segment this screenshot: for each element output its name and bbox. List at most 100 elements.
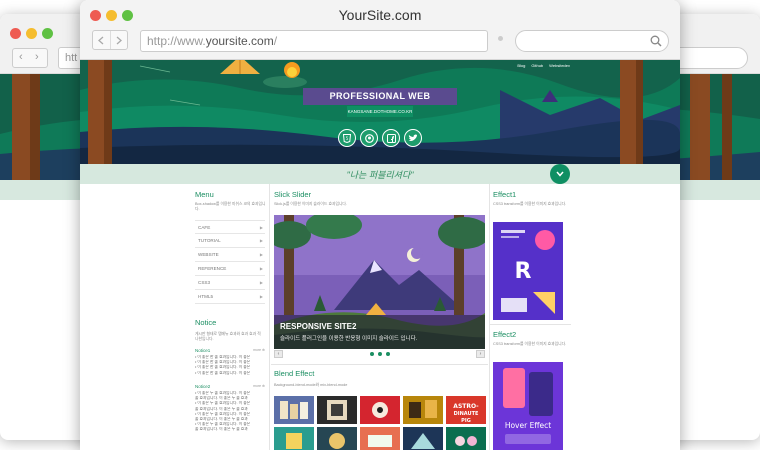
menu-item-label: TUTORIAL: [198, 238, 221, 243]
blend-thumb[interactable]: [360, 427, 400, 450]
notice-group-1: Notice1 more ⊕ • 이 좋은 한 줄 효과입니다. 이 좋은 • 이…: [195, 348, 265, 376]
menu-item-label: HTML5: [198, 294, 214, 299]
maximize-dot-icon[interactable]: [42, 28, 53, 39]
svg-text:PIG: PIG: [461, 418, 471, 424]
minimize-dot-icon[interactable]: [26, 28, 37, 39]
notice-tab-label: Notice2: [195, 384, 211, 389]
menu-title: Menu: [195, 190, 214, 199]
svg-text:ASTRO-: ASTRO-: [453, 403, 479, 410]
url-suffix: /: [273, 34, 278, 48]
background-search-box[interactable]: [668, 47, 748, 69]
twitter-icon[interactable]: [404, 129, 422, 147]
browser-window: YourSite.com http://www.yoursite.com/ Bl…: [80, 0, 680, 450]
effect1-desc: CSS3 transform를 이용한 이미지 효과입니다.: [493, 202, 567, 206]
back-button[interactable]: [93, 31, 110, 49]
slider-title: Slick Slider: [274, 190, 312, 199]
effect1-card[interactable]: R: [493, 222, 563, 320]
slider-dot-3[interactable]: [386, 352, 390, 356]
arrow-right-icon: ▶: [259, 252, 263, 257]
blend-thumb[interactable]: [403, 396, 443, 424]
html5-icon[interactable]: 5: [338, 129, 356, 147]
blend-thumb[interactable]: [317, 396, 357, 424]
menu-column: Menu Box-shadow를 이용한 미쉬스 코의 효과입니다. CAFE ▶…: [190, 184, 270, 450]
effect2-card-text: Hover Effect: [505, 421, 551, 430]
slide-caption-desc: 슬라이드 플러그인을 이용한 반응형 이미지 슬라이드 입니다.: [280, 336, 418, 342]
menu-item-label: REFERENCE: [198, 266, 227, 271]
blend-thumb[interactable]: ASTRO- DINAUTE PIG: [446, 396, 486, 424]
window-title: YourSite.com: [338, 7, 422, 23]
menu-item-label: CAFE: [198, 225, 211, 230]
more-link[interactable]: more ⊕: [253, 384, 265, 388]
slogan-strip: "나는 퍼블리셔다": [80, 164, 680, 184]
search-icon: [650, 35, 662, 47]
hero-nav-blog[interactable]: Blog: [517, 63, 525, 68]
svg-text:5: 5: [346, 136, 349, 141]
scroll-down-button[interactable]: [550, 164, 570, 184]
more-link[interactable]: more ⊕: [253, 348, 265, 352]
menu-item-html5[interactable]: HTML5 ▶: [195, 290, 265, 304]
hero-nav-github[interactable]: Github: [531, 63, 543, 68]
menu-item-css3[interactable]: CSS3 ▶: [195, 276, 265, 290]
blend-thumb[interactable]: [274, 396, 314, 424]
blend-thumb[interactable]: [274, 427, 314, 450]
background-nav-buttons[interactable]: ‹ ›: [12, 48, 48, 68]
arrow-right-icon: ▶: [259, 238, 263, 243]
blend-thumb[interactable]: [403, 427, 443, 450]
hero-nav-websitedev[interactable]: Websitedev: [549, 63, 570, 68]
blend-thumb[interactable]: [317, 427, 357, 450]
arrow-right-icon: ▶: [259, 280, 263, 285]
image-slider[interactable]: RESPONSIVE SITE2 슬라이드 플러그인을 이용한 반응형 이미지 …: [274, 215, 485, 349]
menu-header: Menu Box-shadow를 이용한 미쉬스 코의 효과입니다.: [195, 190, 267, 212]
hero-banner: Blog Github Websitedev PROFESSIONAL WEB …: [80, 60, 680, 164]
slider-dot-1[interactable]: [370, 352, 374, 356]
url-bar[interactable]: http://www.yoursite.com/: [140, 30, 488, 52]
notice-group-2: Notice2 more ⊕ • 이 좋은 두 줄 효과입니다. 이 좋은 줄 효…: [195, 384, 265, 433]
notice-title: Notice: [195, 318, 217, 327]
effect1-card-text: R: [515, 259, 532, 284]
facebook-icon[interactable]: [382, 129, 400, 147]
slider-column: Slick Slider Slick.js를 이용한 이미지 슬라이드 효과입니…: [271, 184, 488, 450]
blend-thumb[interactable]: [446, 427, 486, 450]
notice-line: 줄 효과입니다. 이 좋은 두 줄 효과: [195, 427, 248, 432]
effect2-title: Effect2: [493, 330, 517, 339]
social-icons: 5: [338, 129, 422, 147]
search-input[interactable]: [515, 30, 669, 52]
blend-desc: Background-blend-mode와 mix-blend-mode: [274, 383, 348, 387]
menu-item-reference[interactable]: REFERENCE ▶: [195, 262, 265, 276]
arrow-right-icon: ▶: [259, 294, 263, 299]
slogan-text: "나는 퍼블리셔다": [346, 170, 414, 180]
svg-text:DINAUTE: DINAUTE: [454, 411, 479, 417]
slider-dot-2[interactable]: [378, 352, 382, 356]
separator-dot: [498, 36, 503, 41]
main-content: Menu Box-shadow를 이용한 미쉬스 코의 효과입니다. CAFE ▶…: [190, 184, 571, 450]
chevron-down-icon: [556, 171, 564, 177]
forward-button[interactable]: [109, 31, 128, 49]
notice-tab-1[interactable]: Notice1 more ⊕: [195, 348, 265, 355]
hero-subtitle[interactable]: KANGSANE.DOTHOME.CO.KR: [347, 106, 413, 117]
nav-buttons: [92, 30, 128, 50]
titlebar: YourSite.com http://www.yoursite.com/: [80, 0, 680, 60]
slider-next-button[interactable]: ›: [476, 350, 485, 358]
menu-desc: Box-shadow를 이용한 미쉬스 코의 효과입니다.: [195, 202, 266, 211]
effect2-image: Hover Effect: [493, 362, 563, 450]
menu-item-tutorial[interactable]: TUTORIAL ▶: [195, 234, 265, 248]
slider-prev-button[interactable]: ‹: [274, 350, 283, 358]
notice-tab-2[interactable]: Notice2 more ⊕: [195, 384, 265, 391]
chevron-left-icon: [98, 36, 104, 44]
github-icon[interactable]: [360, 129, 378, 147]
menu-item-label: CSS3: [198, 280, 211, 285]
menu-item-cafe[interactable]: CAFE ▶: [195, 220, 265, 234]
notice-tab-label: Notice1: [195, 348, 211, 353]
slide-caption: RESPONSIVE SITE2 슬라이드 플러그인을 이용한 반응형 이미지 …: [274, 315, 485, 349]
effect2-header: Effect2 CSS3 transform를 이용한 이미지 효과입니다.: [493, 330, 567, 347]
notice-line[interactable]: • 이 좋은 한 줄 효과입니다. 이 좋은: [195, 371, 265, 376]
effect2-card[interactable]: Hover Effect: [493, 362, 563, 450]
blend-thumb[interactable]: [360, 396, 400, 424]
close-dot-icon[interactable]: [10, 28, 21, 39]
blend-title: Blend Effect: [274, 369, 315, 378]
divider: [490, 324, 571, 325]
menu-item-website[interactable]: WEBSITE ▶: [195, 248, 265, 262]
effect1-header: Effect1 CSS3 transform를 이용한 이미지 효과입니다.: [493, 190, 567, 207]
url-prefix: http://www.: [147, 34, 206, 48]
arrow-right-icon: ▶: [259, 225, 263, 230]
